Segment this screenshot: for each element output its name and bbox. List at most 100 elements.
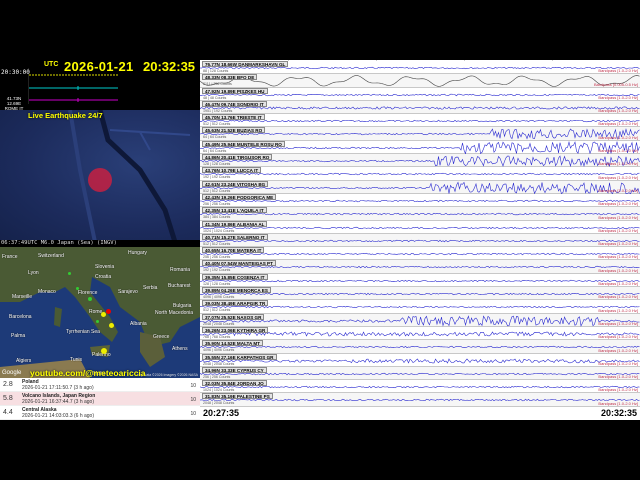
map-label: North Macedonia (155, 310, 194, 316)
map-label: Bucharest (168, 283, 191, 289)
station-label: 39.89N 04.26E MENORCA ES (202, 287, 271, 294)
map-label: Serbia (143, 285, 158, 291)
filter-label: Bandpass [1.0-2.0 Hz] (598, 94, 638, 100)
quake-time: 2026-01-21 16:37:44.7 (3 h ago) (22, 399, 94, 405)
map-label: Athens (172, 346, 188, 352)
quake-list-item[interactable]: 2.8 Poland 2026-01-21 17:11:50.7 (3 h ag… (0, 378, 200, 392)
waveform-trace (200, 75, 640, 88)
quake-depth: 10 (190, 383, 196, 389)
station-row: 42.43N 19.26E PODGORICA ME 256 | 256 Coun… (200, 193, 640, 208)
filter-label: Bandpass [1.0-2.0 Hz] (598, 320, 638, 326)
station-counts: 1024 | 1024 Counts (203, 228, 235, 233)
start-time: 20:27:35 (203, 408, 240, 418)
quake-magnitude: 4.4 (3, 409, 13, 416)
quake-dot[interactable] (106, 309, 111, 314)
epicenter-marker[interactable] (88, 168, 112, 192)
quake-dot[interactable] (68, 272, 71, 275)
station-label: 39.03N 38.49E ARAPGIR TR (202, 300, 269, 307)
station-counts: 256 | 256 Counts (203, 201, 231, 206)
quake-dot[interactable] (88, 297, 92, 301)
station-counts: 4096 | 4096 Counts (203, 295, 235, 300)
filter-label: Bandpass [1.0-2.0 Hz] (598, 294, 638, 300)
station-label: 45.70N 13.76E TRIESTE IT (202, 114, 265, 121)
filter-label: Bandpass [1.0-2.0 Hz] (598, 134, 638, 140)
station-row: 45.63N 21.52E BUZIAS RO 64 | 64 Counts Ban… (200, 127, 640, 141)
regional-map[interactable]: France Switzerland Hungary Slovenia Croa… (0, 247, 200, 378)
end-time: 20:32:35 (600, 408, 637, 418)
mini-traces (28, 68, 118, 104)
mini-station: 41.73N 12.69E ROME IT (3, 96, 25, 111)
filter-label: Bandpass [1.0-2.0 Hz] (598, 307, 638, 313)
station-counts: 768 | 768 Counts (203, 334, 231, 339)
station-row: 34.96N 33.33E CYPRUS CY 256 | 256 Counts B… (200, 366, 640, 381)
quake-time: 2026-01-21 17:11:50.7 (3 h ago) (22, 385, 94, 391)
waveform-trace (200, 128, 640, 140)
filter-label: Bandpass [1.0-2.0 Hz] (598, 108, 638, 114)
waveform-trace (200, 173, 640, 176)
station-counts: 1024 | 1024 Counts (203, 388, 235, 393)
station-row: 35.90N 14.52E MALTA MT 4096 | 4096 Counts… (200, 340, 640, 354)
filter-label: Bandpass [1.0-2.0 Hz] (598, 387, 638, 393)
filter-label: Bandpass [1.0-2.0 Hz] (598, 334, 638, 340)
station-counts: 192 | 192 Counts (203, 175, 231, 180)
quake-time: 2026-01-21 14:03:03.3 (6 h ago) (22, 413, 94, 419)
station-label: 42.43N 19.26E PODGORICA ME (202, 193, 277, 200)
station-label: 35.90N 14.52E MALTA MT (202, 340, 264, 347)
station-label: 37.07N 25.52E NAXOS GR (202, 313, 265, 320)
map-label: Tunis (70, 357, 83, 363)
station-row: 42.35N 13.41E L'AQUILA IT 384 | 384 Count… (200, 207, 640, 221)
map-label: France (2, 254, 18, 260)
station-counts: 256 | 256 Counts (203, 255, 231, 260)
station-label: 44.86N 20.41E TIRGUSOR RO (202, 154, 273, 161)
station-label: 42.61N 23.24E VITOSHA BG (202, 180, 269, 187)
filter-label: Bandpass [1.0-2.0 Hz] (598, 201, 638, 207)
left-panel: UTC 2026-01-21 20:32:35 20:30:00 41.73N … (0, 59, 200, 420)
station-label: 46.47N 09.74E SONDRIO IT (202, 100, 267, 107)
google-logo: Google (2, 370, 22, 376)
station-label: 35.55N 27.16E KARPATHOS GR (202, 353, 277, 360)
quake-list-item[interactable]: 4.4 Central Alaska 2026-01-21 14:03:03.3… (0, 406, 200, 420)
quake-dot[interactable] (101, 312, 106, 317)
trace-e (29, 98, 118, 102)
quake-dot[interactable] (76, 287, 79, 290)
quake-list-item[interactable]: 5.8 Volcano Islands, Japan Region 2026-0… (0, 392, 200, 406)
quake-magnitude: 2.8 (3, 381, 13, 388)
station-row: 48.33N 08.33E BFO DE 2111 | 256 Counts Ban… (200, 74, 640, 88)
station-row: 39.35N 15.85E COSENZA IT 128 | 128 Counts… (200, 273, 640, 288)
filter-label: Bandpass [1.0-2.0 Hz] (598, 161, 638, 167)
station-row: 31.83N 35.19E PALESTINE PS 2048 | 2048 Co… (200, 393, 640, 407)
station-label: 36.26N 23.06E KYTHIRA GR (202, 326, 269, 333)
event-caption: 06:37:49UTC M6.0 Japan (Sea) (INGV) (0, 240, 200, 247)
quake-magnitude: 5.8 (3, 395, 13, 402)
station-counts: 384 | 384 Counts (203, 215, 231, 220)
station-counts: 512 | 512 Counts (203, 241, 231, 246)
filter-label: Bandpass [1.0-2.0 Hz] (598, 281, 638, 287)
station-label: 48.33N 08.33E BFO DE (202, 74, 258, 81)
map-label: Slovenia (95, 264, 115, 270)
station-label: 32.03N 35.84E JORDAN JO (202, 380, 267, 387)
station-row: 41.34N 19.86E ALBANIA AL 1024 | 1024 Coun… (200, 220, 640, 234)
quake-dot[interactable] (101, 348, 107, 354)
mini-time: 20:30:00 (1, 69, 30, 76)
quake-dot[interactable] (109, 323, 114, 328)
map-label: Greece (153, 334, 170, 340)
station-label: 45.63N 21.52E BUZIAS RO (202, 127, 266, 134)
map-label: Hungary (128, 250, 147, 256)
station-row: 39.03N 38.49E ARAPGIR TR 512 | 512 Counts… (200, 300, 640, 314)
filter-label: Bandpass [1.0-2.0 Hz] (598, 187, 638, 193)
quake-dot[interactable] (96, 320, 99, 323)
waveform-trace (200, 314, 640, 327)
station-row: 46.47N 09.74E SONDRIO IT 1951 | 192 Count… (200, 100, 640, 115)
map-label: Romania (170, 267, 191, 273)
station-counts: 64 | 64 Counts (203, 135, 227, 140)
station-label: 40.40N 07.54W MANTEIGAS PT (202, 260, 276, 267)
map-label: Tyrrhenian Sea (66, 329, 100, 335)
station-rows: 76.77N 18.66W DANMARKSHAVN GL 88 | 128 Co… (200, 61, 640, 407)
filter-label: Bandpass [1.0-2.0 Hz] (598, 214, 638, 220)
station-counts: 128 | 128 Counts (203, 281, 231, 286)
station-label: 47.92N 19.89E PISZKES HU (202, 87, 268, 94)
map-label: Monaco (38, 289, 56, 295)
epicenter-map[interactable]: Live Earthquake 24/7 (0, 110, 200, 242)
live-title: Live Earthquake 24/7 (28, 111, 103, 120)
map-label: Palma (11, 333, 26, 339)
